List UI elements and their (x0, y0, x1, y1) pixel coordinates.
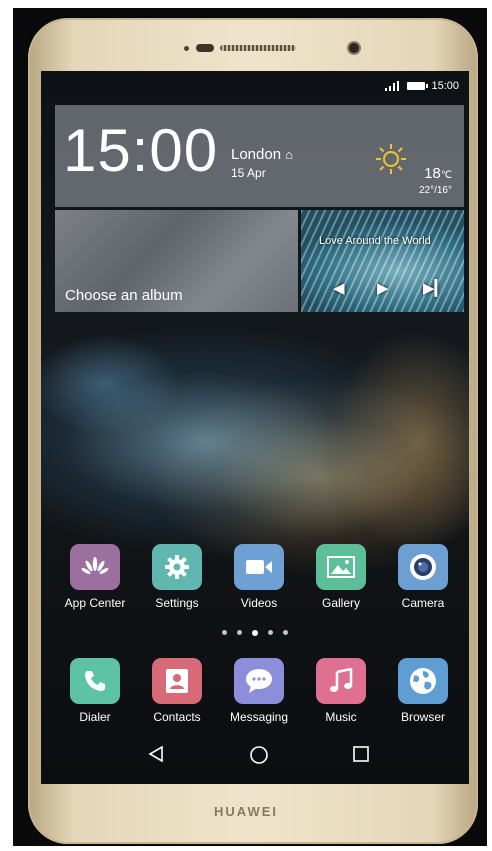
previous-icon[interactable]: ◀ (333, 279, 345, 297)
app-browser[interactable]: Browser (383, 658, 463, 724)
app-dialer[interactable]: Dialer (55, 658, 135, 724)
gear-icon (152, 544, 202, 590)
album-label: Choose an album (65, 287, 183, 304)
navigation-bar (41, 739, 469, 775)
album-widget[interactable]: Choose an album (55, 210, 298, 312)
recents-icon[interactable] (352, 745, 370, 768)
battery-icon (407, 82, 429, 90)
app-gallery[interactable]: Gallery (301, 544, 381, 610)
video-camera-icon (234, 544, 284, 590)
music-title: Love Around the World (319, 235, 431, 247)
music-widget[interactable]: Love Around the World ◀ ▶ ▶▎ (301, 210, 464, 312)
brand-logo: HUAWEI (214, 804, 278, 819)
light-sensor (196, 44, 214, 52)
app-label: Messaging (229, 710, 289, 724)
page-dot-current[interactable] (252, 630, 258, 636)
widget-date: 15 Apr (231, 166, 266, 180)
page-dot[interactable] (268, 630, 273, 635)
status-bar: 15:00 (385, 79, 459, 93)
home-button-icon[interactable] (249, 745, 269, 770)
contact-icon (152, 658, 202, 704)
city-name: London (231, 146, 282, 163)
earpiece-speaker (220, 45, 296, 51)
globe-icon (398, 658, 448, 704)
app-settings[interactable]: Settings (137, 544, 217, 610)
temp-value: 18 (424, 165, 441, 182)
music-note-icon (316, 658, 366, 704)
front-camera (349, 43, 359, 53)
picture-icon (316, 544, 366, 590)
signal-icon (385, 81, 401, 91)
app-label: Camera (401, 596, 445, 610)
app-label: App Center (64, 596, 126, 610)
phone-icon (70, 658, 120, 704)
temperature-range: 22°/16° (418, 185, 452, 196)
app-center-icon (70, 544, 120, 590)
status-time: 15:00 (431, 80, 459, 92)
app-messaging[interactable]: Messaging (219, 658, 299, 724)
temperature: 18℃ (424, 165, 452, 182)
home-icon: ⌂ (285, 147, 293, 162)
page-dot[interactable] (283, 630, 288, 635)
app-label: Browser (400, 710, 445, 724)
widget-time: 15:00 (63, 117, 219, 184)
page-indicator (41, 630, 469, 638)
app-videos[interactable]: Videos (219, 544, 299, 610)
next-icon[interactable]: ▶▎ (423, 279, 446, 297)
app-label: Settings (155, 596, 199, 610)
page-dot[interactable] (222, 630, 227, 635)
camera-lens-icon (398, 544, 448, 590)
page-dot[interactable] (237, 630, 242, 635)
chat-bubble-icon (234, 658, 284, 704)
app-music[interactable]: Music (301, 658, 381, 724)
temp-unit: ℃ (440, 170, 452, 181)
clock-weather-widget[interactable]: 15:00 London ⌂ 15 Apr 18℃ 22°/16° (55, 105, 464, 207)
app-label: Music (325, 710, 357, 724)
app-app-center[interactable]: App Center (55, 544, 135, 610)
app-contacts[interactable]: Contacts (137, 658, 217, 724)
app-label: Videos (240, 596, 278, 610)
app-label: Dialer (79, 710, 111, 724)
sun-icon (376, 144, 406, 174)
app-label: Contacts (153, 710, 201, 724)
app-camera[interactable]: Camera (383, 544, 463, 610)
back-icon[interactable] (147, 745, 165, 768)
proximity-sensor (184, 46, 189, 51)
app-label: Gallery (321, 596, 360, 610)
home-screen: 15:00 15:00 London ⌂ 15 Apr 18℃ 22°/16° C… (41, 71, 469, 784)
widget-city: London ⌂ (231, 146, 293, 163)
play-icon[interactable]: ▶ (377, 279, 389, 297)
